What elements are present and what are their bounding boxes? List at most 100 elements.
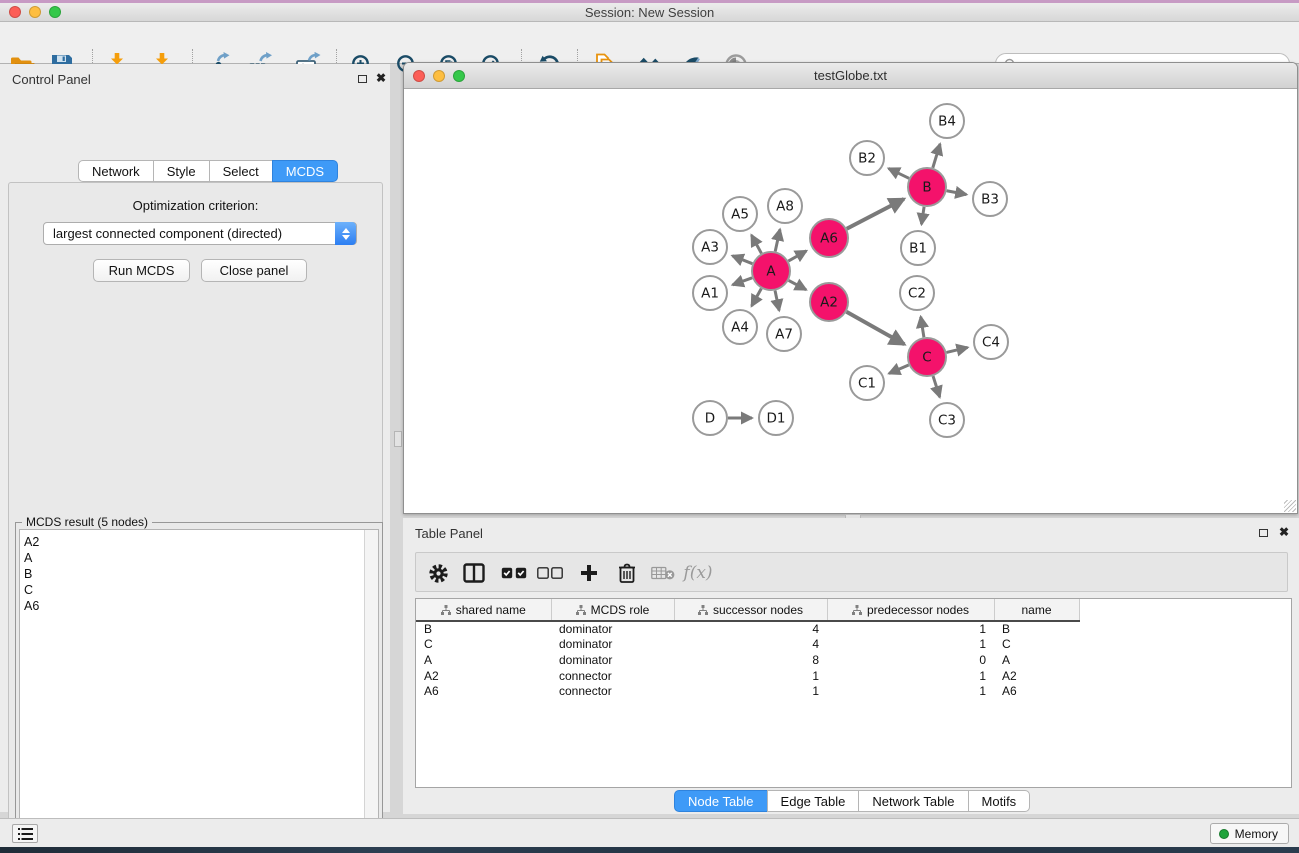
deselect-all-columns-icon[interactable] — [536, 559, 564, 587]
table-cell[interactable]: A6 — [416, 683, 551, 699]
table-row[interactable]: A6connector11A6 — [416, 683, 1292, 699]
memory-button[interactable]: Memory — [1210, 823, 1289, 844]
table-cell[interactable]: dominator — [551, 652, 674, 668]
criterion-value: largest connected component (directed) — [53, 226, 282, 241]
graph-edge-B-B4[interactable] — [933, 144, 940, 168]
column-header-shared-name[interactable]: shared name — [416, 599, 551, 621]
graph-edge-A-A8[interactable] — [775, 229, 780, 251]
table-row[interactable]: A2connector11A2 — [416, 668, 1292, 684]
mcds-result-item[interactable]: B — [24, 566, 378, 582]
graph-edge-A-A7[interactable] — [775, 291, 779, 311]
mcds-panel: Optimization criterion: largest connecte… — [8, 182, 383, 853]
column-header-mcds-role[interactable]: MCDS role — [551, 599, 674, 621]
mcds-result-item[interactable]: A2 — [24, 534, 378, 550]
graph-edge-C-C1[interactable] — [889, 365, 909, 374]
graph-edge-A6-B[interactable] — [847, 199, 904, 229]
table-cell[interactable]: B — [416, 621, 551, 637]
graph-edge-A-A3[interactable] — [732, 256, 752, 264]
task-history-button[interactable] — [12, 824, 38, 843]
table-cell[interactable]: C — [416, 637, 551, 653]
tab-network-table[interactable]: Network Table — [858, 790, 968, 812]
graph-edge-C-C2[interactable] — [921, 317, 924, 338]
mcds-result-list[interactable]: A2ABCA6 — [19, 529, 379, 853]
graph-edge-A2-C[interactable] — [846, 312, 904, 344]
graph-node-label: A2 — [820, 295, 838, 311]
graph-edge-C-C4[interactable] — [946, 347, 967, 352]
header-filler — [1079, 599, 1292, 621]
graph-edge-A-A6[interactable] — [788, 251, 806, 261]
table-cell[interactable]: A — [994, 652, 1079, 668]
table-cell[interactable]: 1 — [674, 668, 827, 684]
graph-edge-A-A4[interactable] — [752, 288, 762, 306]
graph-edge-B-B1[interactable] — [922, 207, 925, 224]
float-panel-icon[interactable] — [1259, 529, 1268, 537]
graph-edge-A-A5[interactable] — [751, 235, 761, 253]
graph-edge-A-A2[interactable] — [789, 280, 806, 289]
tab-edge-table[interactable]: Edge Table — [767, 790, 860, 812]
graph-node-label: B2 — [858, 151, 876, 167]
table-cell[interactable]: 4 — [674, 637, 827, 653]
delete-table-icon[interactable] — [649, 559, 677, 587]
tab-node-table[interactable]: Node Table — [674, 790, 768, 812]
graph-edge-A-A1[interactable] — [733, 278, 753, 285]
graph-edge-B-B3[interactable] — [947, 191, 967, 195]
graph-edge-B-B2[interactable] — [889, 168, 909, 178]
table-cell[interactable]: 1 — [827, 668, 994, 684]
table-cell[interactable]: 0 — [827, 652, 994, 668]
table-cell[interactable]: 4 — [674, 621, 827, 637]
run-mcds-button[interactable]: Run MCDS — [93, 259, 190, 282]
tab-style[interactable]: Style — [153, 160, 210, 182]
graph-edge-C-C3[interactable] — [933, 376, 940, 397]
tab-motifs[interactable]: Motifs — [968, 790, 1031, 812]
graph-node-label: C2 — [908, 286, 926, 302]
mcds-result-item[interactable]: C — [24, 582, 378, 598]
status-bar: Memory — [0, 818, 1299, 847]
network-canvas[interactable]: B4B2BB3A8A5A6A3B1AA1C2A2A4A7C4CC1DD1C3 — [404, 89, 1297, 513]
close-panel-icon[interactable]: ✖ — [376, 71, 386, 85]
add-column-icon[interactable] — [575, 559, 603, 587]
table-cell[interactable]: dominator — [551, 621, 674, 637]
list-scrollbar[interactable] — [364, 530, 378, 853]
table-cell[interactable]: 1 — [827, 621, 994, 637]
window-title: Session: New Session — [0, 5, 1299, 20]
table-cell[interactable]: A2 — [994, 668, 1079, 684]
tab-select[interactable]: Select — [209, 160, 273, 182]
tab-mcds[interactable]: MCDS — [272, 160, 338, 182]
function-builder-icon[interactable]: f(x) — [684, 559, 712, 587]
table-row[interactable]: Adominator80A — [416, 652, 1292, 668]
column-header-name[interactable]: name — [994, 599, 1079, 621]
delete-column-icon[interactable] — [613, 559, 641, 587]
table-cell[interactable]: 1 — [827, 683, 994, 699]
table-cell[interactable]: C — [994, 637, 1079, 653]
table-cell[interactable]: 8 — [674, 652, 827, 668]
mcds-result-item[interactable]: A6 — [24, 598, 378, 614]
table-cell[interactable]: connector — [551, 683, 674, 699]
select-all-columns-icon[interactable] — [500, 559, 528, 587]
mcds-result-item[interactable]: A — [24, 550, 378, 566]
column-header-predecessor-nodes[interactable]: predecessor nodes — [827, 599, 994, 621]
column-type-icon — [441, 605, 451, 615]
float-panel-icon[interactable] — [358, 75, 367, 83]
window-resize-grip[interactable] — [1284, 500, 1296, 512]
table-cell[interactable]: A6 — [994, 683, 1079, 699]
criterion-dropdown[interactable]: largest connected component (directed) — [43, 222, 357, 245]
column-header-successor-nodes[interactable]: successor nodes — [674, 599, 827, 621]
table-cell[interactable]: connector — [551, 668, 674, 684]
table-cell[interactable]: 1 — [674, 683, 827, 699]
split-columns-icon[interactable] — [460, 559, 488, 587]
close-panel-icon[interactable]: ✖ — [1279, 525, 1289, 539]
table-cell[interactable]: B — [994, 621, 1079, 637]
table-cell[interactable]: A — [416, 652, 551, 668]
settings-gear-icon[interactable] — [424, 559, 452, 587]
table-row[interactable]: Bdominator41B — [416, 621, 1292, 637]
table-cell[interactable]: 1 — [827, 637, 994, 653]
table-cell[interactable]: A2 — [416, 668, 551, 684]
control-panel: Control Panel ✖ Network Style Select MCD… — [0, 64, 390, 812]
close-panel-button[interactable]: Close panel — [201, 259, 307, 282]
split-divider-handle[interactable] — [394, 431, 402, 447]
table-cell[interactable]: dominator — [551, 637, 674, 653]
network-window-titlebar[interactable]: testGlobe.txt — [404, 63, 1297, 89]
tab-network[interactable]: Network — [78, 160, 154, 182]
table-row[interactable]: Cdominator41C — [416, 637, 1292, 653]
network-window-title: testGlobe.txt — [404, 68, 1297, 83]
